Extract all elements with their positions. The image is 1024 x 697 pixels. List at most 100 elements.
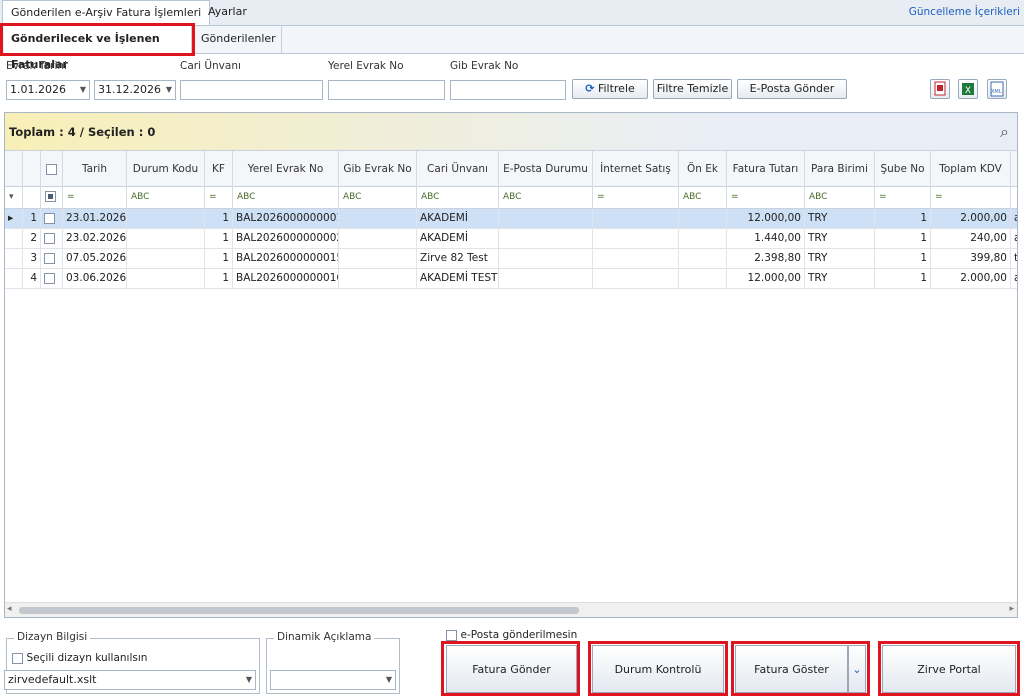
filter-durum[interactable]: ABC	[127, 187, 205, 209]
fatura-goster-dropdown[interactable]: ⌄	[848, 645, 866, 693]
chevron-down-icon[interactable]: ▼	[80, 81, 86, 99]
cell-eposta	[499, 229, 593, 249]
col-yerel-evrak[interactable]: Yerel Evrak No	[233, 151, 339, 187]
col-tarih[interactable]: Tarih	[63, 151, 127, 187]
eposta-gonderilmesin-option[interactable]: e-Posta gönderilmesin	[446, 628, 577, 641]
filter-icon: ▾	[5, 187, 23, 209]
dizayn-select[interactable]: zirvedefault.xslt ▼	[4, 670, 256, 690]
tab-ayarlar[interactable]: Ayarlar	[200, 0, 255, 25]
cell-kdv: 2.000,00	[931, 269, 1011, 289]
col-fatura-tutari[interactable]: Fatura Tutarı	[727, 151, 805, 187]
yerel-evrak-input[interactable]	[328, 80, 445, 100]
col-internet-satis[interactable]: İnternet Satış	[593, 151, 679, 187]
eposta-gonder-button[interactable]: E-Posta Gönder	[737, 79, 847, 99]
secili-dizayn-checkbox[interactable]	[12, 652, 23, 664]
zirve-portal-button[interactable]: Zirve Portal	[882, 645, 1016, 693]
filter-kdv[interactable]: =	[931, 187, 1011, 209]
row-checkbox[interactable]	[44, 232, 55, 244]
secili-dizayn-option[interactable]: Seçili dizayn kullanılsın	[12, 651, 147, 664]
cell-sube: 1	[875, 249, 931, 269]
xml-icon[interactable]: XML	[987, 79, 1007, 99]
row-indicator	[5, 229, 23, 249]
cell-yerel: BAL2026000000002	[233, 229, 339, 249]
cell-onek	[679, 269, 727, 289]
secili-dizayn-label: Seçili dizayn kullanılsın	[26, 652, 148, 664]
cell-cari: AKADEMİ	[417, 209, 499, 229]
cell-onek	[679, 249, 727, 269]
pdf-icon[interactable]	[930, 79, 950, 99]
scroll-left-icon[interactable]: ◂	[7, 604, 12, 614]
grid-summary: Toplam : 4 / Seçilen : 0	[9, 125, 156, 139]
scroll-right-icon[interactable]: ▸	[1009, 604, 1014, 614]
filter-tutar[interactable]: =	[727, 187, 805, 209]
col-on-ek[interactable]: Ön Ek	[679, 151, 727, 187]
durum-kontrolu-button[interactable]: Durum Kontrolü	[592, 645, 724, 693]
filter-tarih[interactable]: =	[63, 187, 127, 209]
chevron-down-icon[interactable]: ▼	[246, 671, 252, 689]
row-checkbox-cell[interactable]	[41, 209, 63, 229]
fatura-goster-button[interactable]: Fatura Göster	[735, 645, 848, 693]
row-checkbox-cell[interactable]	[41, 269, 63, 289]
col-eposta-durumu[interactable]: E-Posta Durumu	[499, 151, 593, 187]
row-checkbox[interactable]	[44, 272, 55, 284]
fatura-gonder-button[interactable]: Fatura Gönder	[446, 645, 577, 693]
col-sube-no[interactable]: Şube No	[875, 151, 931, 187]
tab-gonderilen-earsiv[interactable]: Gönderilen e-Arşiv Fatura İşlemleri	[2, 0, 211, 25]
col-gib-evrak[interactable]: Gib Evrak No	[339, 151, 417, 187]
col-cari-unvani[interactable]: Cari Ünvanı	[417, 151, 499, 187]
tab-gonderilecek-faturalar[interactable]: Gönderilecek ve İşlenen Faturalar	[4, 26, 192, 71]
row-checkbox[interactable]	[44, 252, 55, 264]
col-toplam-kdv[interactable]: Toplam KDV	[931, 151, 1011, 187]
col-kf[interactable]: KF	[205, 151, 233, 187]
cari-unvani-input[interactable]	[180, 80, 323, 100]
tab-gonderilenler[interactable]: Gönderilenler	[194, 26, 282, 53]
scroll-thumb[interactable]	[19, 607, 579, 614]
col-durum-kodu[interactable]: Durum Kodu	[127, 151, 205, 187]
filter-cari[interactable]: ABC	[417, 187, 499, 209]
header-select-all[interactable]	[41, 151, 63, 187]
date-from-value: 1.01.2026	[10, 83, 66, 96]
invoice-grid[interactable]: Toplam : 4 / Seçilen : 0 ⌕ Tarih Durum K…	[4, 112, 1018, 618]
table-row[interactable]: ▸ 1 23.01.2026 1 BAL2026000000001 AKADEMİ 12.0…	[5, 209, 1017, 229]
filter-yerel[interactable]: ABC	[233, 187, 339, 209]
filter-internet[interactable]: =	[593, 187, 679, 209]
row-checkbox-cell[interactable]	[41, 229, 63, 249]
filter-para[interactable]: ABC	[805, 187, 875, 209]
filter-gib[interactable]: ABC	[339, 187, 417, 209]
filtre-temizle-button[interactable]: Filtre Temizle	[653, 79, 732, 99]
guncelleme-icerikleri-link[interactable]: Güncelleme İçerikleri	[909, 6, 1020, 18]
horizontal-scrollbar[interactable]: ◂ ▸	[5, 602, 1017, 617]
chevron-down-icon[interactable]: ▼	[386, 671, 392, 689]
cell-para: TRY	[805, 249, 875, 269]
table-row[interactable]: 2 23.02.2026 1 BAL2026000000002 AKADEMİ 1.440…	[5, 229, 1017, 249]
cell-overflow: a	[1011, 229, 1017, 249]
dinamik-aciklama-select[interactable]: ▼	[270, 670, 396, 690]
filter-eposta[interactable]: ABC	[499, 187, 593, 209]
date-from-input[interactable]: 1.01.2026 ▼	[6, 80, 90, 100]
row-checkbox-cell[interactable]	[41, 249, 63, 269]
cell-kdv: 240,00	[931, 229, 1011, 249]
filter-check[interactable]	[41, 187, 63, 209]
filter-kf[interactable]: =	[205, 187, 233, 209]
cell-cari: Zirve 82 Test	[417, 249, 499, 269]
filtrele-button[interactable]: ⟳ Filtrele	[572, 79, 648, 99]
cell-durum	[127, 249, 205, 269]
table-row[interactable]: 4 03.06.2026 1 BAL2026000000016 AKADEMİ TEST…	[5, 269, 1017, 289]
chevron-down-icon[interactable]: ▼	[166, 81, 172, 99]
cell-durum	[127, 209, 205, 229]
gib-evrak-input[interactable]	[450, 80, 566, 100]
table-row[interactable]: 3 07.05.2026 1 BAL2026000000015 Zirve 82 Tes…	[5, 249, 1017, 269]
search-icon[interactable]: ⌕	[1000, 122, 1009, 142]
row-number: 4	[23, 269, 41, 289]
select-all-checkbox[interactable]	[46, 163, 57, 175]
cell-kf: 1	[205, 269, 233, 289]
date-to-input[interactable]: 31.12.2026 ▼	[94, 80, 176, 100]
filter-sube[interactable]: =	[875, 187, 931, 209]
row-checkbox[interactable]	[44, 212, 55, 224]
row-indicator	[5, 249, 23, 269]
eposta-gonderilmesin-checkbox[interactable]	[446, 629, 457, 641]
excel-icon[interactable]: X	[958, 79, 978, 99]
col-para-birimi[interactable]: Para Birimi	[805, 151, 875, 187]
filter-checkbox[interactable]	[45, 191, 56, 202]
filter-onek[interactable]: ABC	[679, 187, 727, 209]
